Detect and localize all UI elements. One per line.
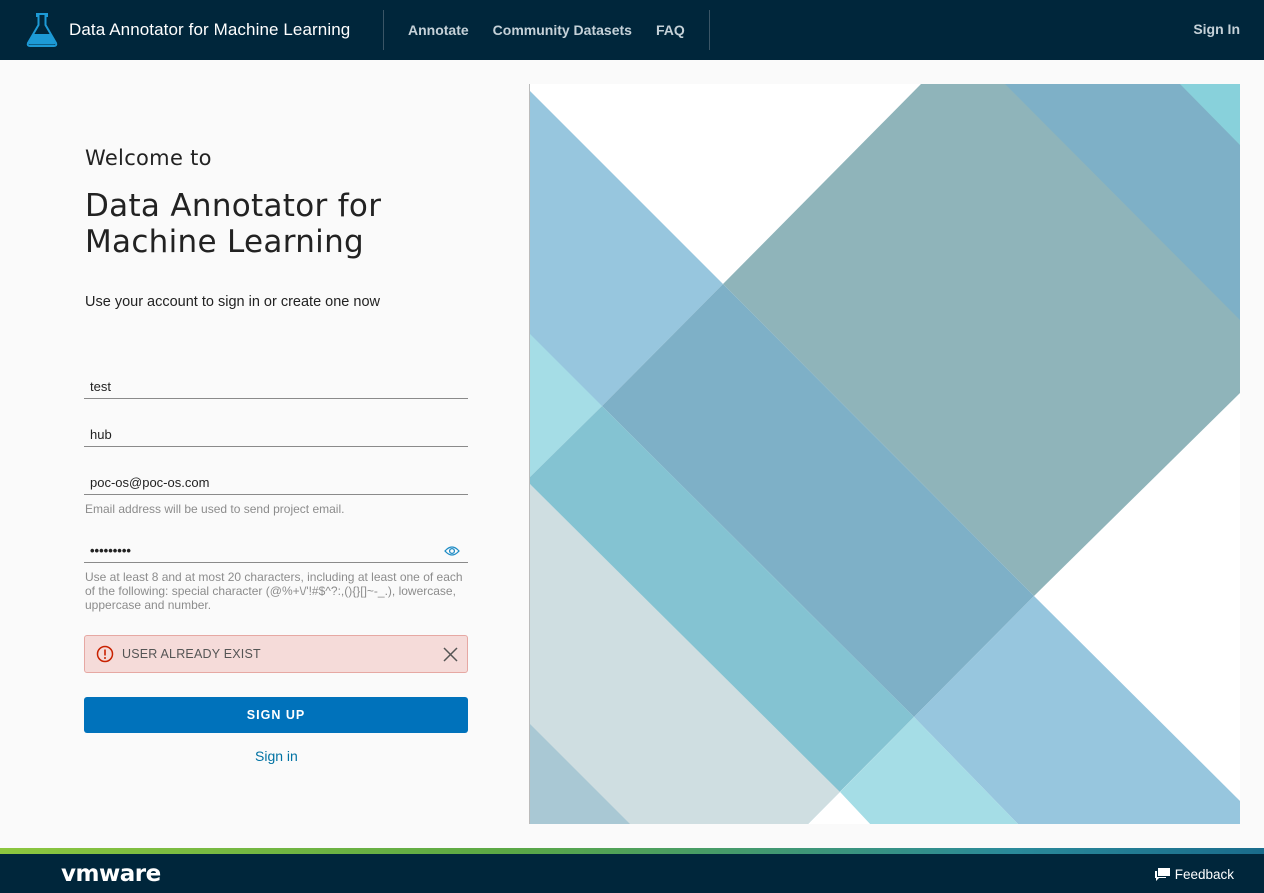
last-name-input[interactable] <box>84 423 424 445</box>
error-alert: USER ALREADY EXIST <box>84 635 468 673</box>
first-name-input[interactable] <box>84 375 424 397</box>
password-hint: Use at least 8 and at most 20 characters… <box>85 570 463 612</box>
nav-faq[interactable]: FAQ <box>656 22 685 38</box>
vmware-logo: vmware <box>61 861 161 887</box>
email-field <box>84 471 468 495</box>
header-sign-in-link[interactable]: Sign In <box>1193 21 1240 37</box>
alert-message: USER ALREADY EXIST <box>122 647 261 661</box>
footer: vmware Feedback <box>0 854 1264 893</box>
nav-annotate[interactable]: Annotate <box>408 22 469 38</box>
brand-title: Data Annotator for Machine Learning <box>69 20 351 39</box>
nav-community-datasets[interactable]: Community Datasets <box>493 22 632 38</box>
app-title: Data Annotator for Machine Learning <box>85 188 382 260</box>
close-icon[interactable] <box>442 646 459 663</box>
show-password-icon[interactable] <box>444 545 460 557</box>
first-name-field <box>84 375 468 399</box>
feedback-icon <box>1154 868 1170 881</box>
email-input[interactable] <box>84 471 424 493</box>
flask-logo-icon <box>26 13 58 47</box>
email-hint: Email address will be used to send proje… <box>85 502 345 516</box>
password-field <box>84 539 468 563</box>
subtitle: Use your account to sign in or create on… <box>85 294 380 310</box>
sign-in-link[interactable]: Sign in <box>255 748 298 764</box>
sign-up-button[interactable]: SIGN UP <box>84 697 468 733</box>
main-nav: Annotate Community Datasets FAQ <box>384 10 710 50</box>
top-navbar: Data Annotator for Machine Learning Anno… <box>0 0 1264 60</box>
brand[interactable]: Data Annotator for Machine Learning <box>0 10 384 50</box>
password-input[interactable] <box>84 539 424 561</box>
feedback-label: Feedback <box>1174 867 1234 882</box>
last-name-field <box>84 423 468 447</box>
welcome-heading: Welcome to <box>85 146 212 170</box>
geometric-pattern <box>530 84 1240 824</box>
decorative-illustration <box>529 84 1240 824</box>
error-circle-icon <box>96 645 114 663</box>
feedback-button[interactable]: Feedback <box>1154 867 1234 882</box>
